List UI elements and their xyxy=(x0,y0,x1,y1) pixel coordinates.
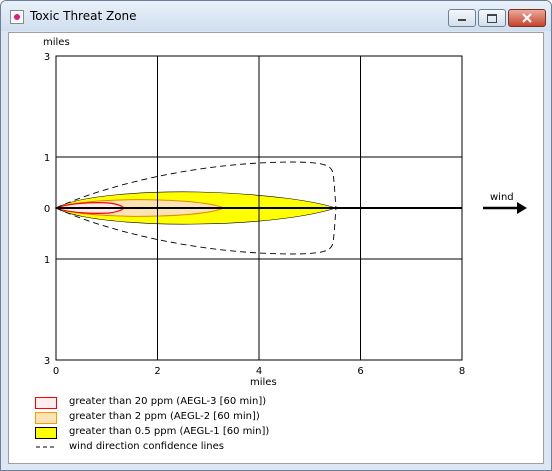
aegl1-swatch xyxy=(35,427,57,439)
y-tick-label: 1 xyxy=(44,255,50,266)
wind-arrow-icon xyxy=(483,202,527,214)
legend-item-confidence: wind direction confidence lines xyxy=(35,441,375,454)
maximize-button[interactable] xyxy=(478,9,506,27)
y-tick-label: 3 xyxy=(44,356,50,367)
x-tick-label: 8 xyxy=(459,366,465,377)
minimize-button[interactable] xyxy=(448,9,476,27)
legend-item-aegl3: greater than 20 ppm (AEGL-3 [60 min]) xyxy=(35,396,375,409)
minimize-icon xyxy=(458,19,466,21)
y-tick-label: 3 xyxy=(44,52,50,63)
x-tick-label: 6 xyxy=(357,366,363,377)
wind-label: wind xyxy=(490,192,514,203)
plot-area: wind miles miles 3 1 0 1 3 0 2 4 6 8 gre… xyxy=(8,32,544,464)
aegl3-swatch xyxy=(35,397,57,409)
x-tick-label: 4 xyxy=(256,366,262,377)
window-title: Toxic Threat Zone xyxy=(30,9,137,23)
x-tick-label: 0 xyxy=(53,366,59,377)
maximize-icon xyxy=(487,14,497,23)
y-tick-label: 1 xyxy=(44,153,50,164)
y-tick-label: 0 xyxy=(44,204,50,215)
legend-item-aegl1: greater than 0.5 ppm (AEGL-1 [60 min]) xyxy=(35,426,375,439)
close-icon xyxy=(522,13,532,23)
app-icon xyxy=(10,10,24,24)
dashed-line-swatch xyxy=(36,446,56,448)
legend-label: greater than 2 ppm (AEGL-2 [60 min]) xyxy=(69,411,260,422)
legend-label: wind direction confidence lines xyxy=(69,441,224,452)
x-tick-label: 2 xyxy=(154,366,160,377)
legend-label: greater than 20 ppm (AEGL-3 [60 min]) xyxy=(69,396,267,407)
legend-item-aegl2: greater than 2 ppm (AEGL-2 [60 min]) xyxy=(35,411,375,424)
y-axis-unit: miles xyxy=(43,37,70,48)
title-bar[interactable]: Toxic Threat Zone xyxy=(1,1,551,31)
legend-label: greater than 0.5 ppm (AEGL-1 [60 min]) xyxy=(69,426,270,437)
close-button[interactable] xyxy=(508,9,546,27)
x-axis-unit: miles xyxy=(250,377,277,388)
toxic-threat-zone-window: Toxic Threat Zone wind miles miles 3 1 0… xyxy=(0,0,552,471)
aegl2-swatch xyxy=(35,412,57,424)
